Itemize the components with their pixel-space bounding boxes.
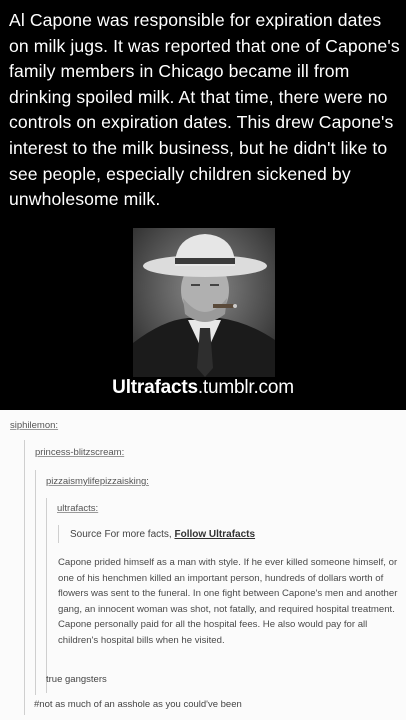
user-siphilemon[interactable]: siphilemon:: [10, 420, 58, 431]
source-prefix: Source For more facts,: [70, 529, 172, 540]
user-pizzaismylifepizzaisking[interactable]: pizzaismylifepizzaisking:: [46, 476, 149, 487]
follow-ultrafacts-link[interactable]: Follow Ultrafacts: [174, 529, 255, 540]
source-quote-line: [58, 525, 60, 543]
reply-not-as-much: #not as much of an asshole as you could'…: [34, 699, 242, 710]
brand-domain: .tumblr.com: [197, 377, 294, 398]
user-princess-blitzscream[interactable]: princess-blitzscream:: [35, 447, 124, 458]
user-ultrafacts[interactable]: ultrafacts:: [57, 503, 98, 514]
poster-text: Al Capone was responsible for expiration…: [9, 10, 400, 210]
source-line: Source For more facts, Follow Ultrafacts: [70, 529, 255, 540]
capone-quote: Capone prided himself as a man with styl…: [58, 557, 398, 646]
brand-watermark: Ultrafacts.tumblr.com: [0, 377, 406, 399]
capone-photo: [133, 228, 275, 377]
image-poster: Al Capone was responsible for expiration…: [0, 0, 406, 410]
reply-true-gangsters: true gangsters: [46, 674, 107, 685]
brand-name: Ultrafacts: [112, 377, 198, 398]
reblog-thread: siphilemon: princess-blitzscream: pizzai…: [0, 410, 406, 720]
